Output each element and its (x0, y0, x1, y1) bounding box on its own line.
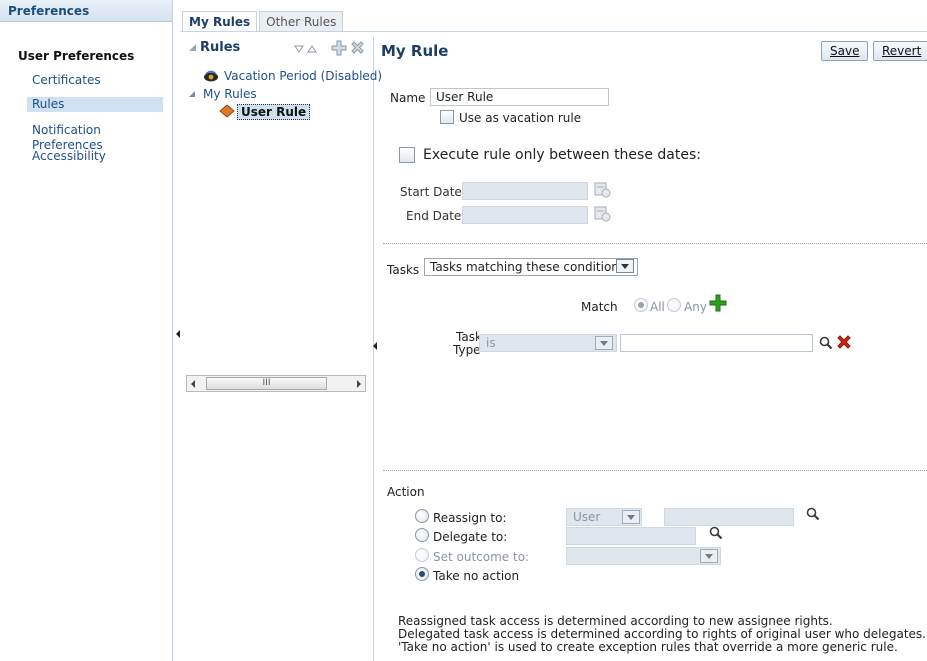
delete-condition-icon[interactable] (836, 334, 852, 350)
sidebar-item-notification-preferences[interactable]: Notification Preferences (27, 123, 163, 152)
page-title: My Rule (381, 42, 449, 60)
expand-my-rules-icon[interactable] (189, 91, 195, 97)
action-label: Action (387, 485, 425, 499)
note-no-action: 'Take no action' is used to create excep… (398, 640, 898, 654)
set-outcome-radio[interactable] (415, 548, 429, 562)
sort-ascending-icon[interactable] (307, 45, 317, 53)
reassign-type-value: User (573, 510, 601, 524)
expand-rules-icon[interactable] (189, 44, 196, 51)
take-no-action-radio[interactable] (415, 567, 429, 581)
sort-icons (294, 45, 317, 53)
tree-item-my-rules[interactable]: My Rules (203, 87, 257, 101)
add-condition-icon[interactable] (709, 294, 727, 312)
reassign-search-icon[interactable] (806, 507, 820, 521)
start-date-calendar-icon[interactable] (594, 181, 611, 198)
task-type-value-field[interactable] (620, 334, 813, 352)
tasks-select-value: Tasks matching these conditions (430, 260, 626, 274)
task-type-operator-dropdown-icon[interactable] (595, 336, 613, 350)
name-field[interactable]: User Rule (430, 88, 609, 106)
tree-item-vacation-period[interactable]: Vacation Period (Disabled) (224, 69, 382, 83)
sidebar-item-rules[interactable]: Rules (27, 97, 163, 112)
name-label: Name (390, 91, 426, 105)
reassign-label: Reassign to: (433, 511, 507, 525)
reassign-user-field[interactable] (664, 508, 794, 526)
match-any-radio[interactable] (667, 298, 681, 312)
take-no-action-label: Take no action (433, 569, 520, 583)
section-divider (383, 243, 927, 244)
user-preferences-heading: User Preferences (18, 49, 135, 63)
execute-dates-label: Execute rule only between these dates: (423, 147, 701, 163)
delegate-user-field[interactable] (566, 527, 696, 545)
user-rule-icon (219, 104, 235, 118)
collapse-tree-panel-icon[interactable] (373, 340, 377, 353)
delegate-radio[interactable] (415, 528, 429, 542)
preferences-panel: Preferences User Preferences Certificate… (0, 0, 173, 661)
outcome-select[interactable] (566, 547, 721, 565)
delegate-label: Delegate to: (433, 530, 508, 544)
execute-dates-checkbox[interactable] (399, 147, 415, 163)
reassign-type-dropdown-icon[interactable] (622, 510, 640, 524)
scroll-left-icon[interactable] (191, 380, 195, 388)
sort-descending-icon[interactable] (294, 45, 304, 53)
end-date-field[interactable] (462, 206, 588, 224)
vacation-rule-checkbox[interactable] (440, 110, 454, 124)
tab-other-rules[interactable]: Other Rules (259, 11, 344, 31)
rules-tree-panel: Rules (181, 37, 374, 661)
task-type-label-line2: Type (453, 343, 481, 357)
sidebar-item-certificates[interactable]: Certificates (27, 73, 163, 88)
collapse-left-panel-icon[interactable] (176, 328, 180, 341)
match-label: Match (581, 300, 618, 314)
reassign-radio[interactable] (415, 509, 429, 523)
delegate-search-icon[interactable] (709, 526, 723, 540)
sidebar-item-accessibility[interactable]: Accessibility (27, 149, 163, 164)
match-all-radio[interactable] (634, 298, 648, 312)
match-all-label: All (650, 300, 665, 314)
delete-rule-icon[interactable] (350, 40, 365, 55)
revert-button[interactable]: Revert (873, 41, 927, 61)
match-any-label: Any (684, 300, 707, 314)
section-divider-2 (383, 470, 927, 471)
revert-label: Revert (882, 44, 922, 58)
tree-horizontal-scrollbar[interactable]: III (186, 375, 366, 392)
save-button[interactable]: Save (821, 41, 869, 61)
outcome-dropdown-icon[interactable] (700, 549, 718, 563)
tasks-select[interactable]: Tasks matching these conditions (424, 258, 638, 276)
vacation-rule-icon (204, 70, 218, 82)
tree-item-user-rule[interactable]: User Rule (237, 104, 311, 120)
tab-my-rules[interactable]: My Rules (182, 11, 258, 31)
rules-panel-title: Rules (200, 40, 241, 55)
set-outcome-label: Set outcome to: (433, 550, 530, 564)
end-date-calendar-icon[interactable] (594, 205, 611, 222)
end-date-label: End Date (406, 209, 462, 223)
save-label: Save (830, 44, 860, 58)
vacation-rule-label: Use as vacation rule (459, 111, 582, 125)
start-date-label: Start Date (400, 185, 462, 199)
scroll-thumb[interactable]: III (206, 377, 327, 390)
preferences-header: Preferences (0, 0, 172, 22)
start-date-field[interactable] (462, 182, 588, 200)
rules-tabs: My Rules Other Rules (182, 11, 345, 31)
scroll-right-icon[interactable] (357, 380, 361, 388)
task-type-operator-value: is (486, 336, 496, 350)
tasks-label: Tasks (387, 263, 420, 277)
add-rule-icon[interactable] (331, 40, 347, 56)
tab-divider (180, 31, 927, 32)
search-icon[interactable] (819, 336, 833, 350)
tasks-dropdown-icon[interactable] (616, 259, 634, 273)
